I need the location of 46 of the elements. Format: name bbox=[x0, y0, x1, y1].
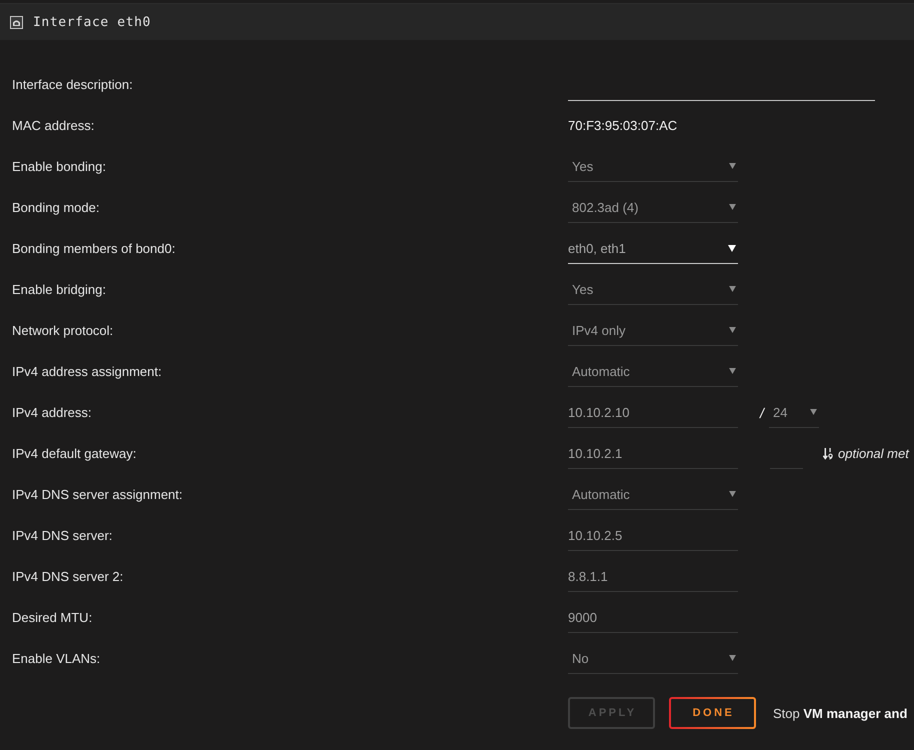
multi-select-dropdown[interactable]: eth0, eth1 bbox=[568, 234, 738, 264]
dropdown[interactable]: Automatic bbox=[568, 356, 738, 386]
field-label: IPv4 DNS server assignment: bbox=[12, 487, 183, 502]
caret-icon bbox=[729, 491, 736, 497]
field-label: Interface description: bbox=[12, 77, 133, 92]
field-label: IPv4 DNS server 2: bbox=[12, 569, 124, 584]
field-label: IPv4 DNS server: bbox=[12, 528, 112, 543]
field-label: MAC address: bbox=[12, 118, 94, 133]
input-field[interactable]: 8.8.1.1 bbox=[568, 562, 738, 592]
field-label: IPv4 address assignment: bbox=[12, 364, 162, 379]
field-label: IPv4 address: bbox=[12, 405, 92, 420]
dropdown[interactable]: Yes bbox=[568, 152, 738, 182]
field-label: Desired MTU: bbox=[12, 610, 92, 625]
dropdown[interactable]: Automatic bbox=[568, 480, 738, 510]
hint-text: optional met bbox=[838, 446, 909, 461]
field-value: 70:F3:95:03:07:AC bbox=[568, 118, 678, 133]
input-field[interactable]: 10.10.2.1 bbox=[568, 438, 738, 468]
field-label: Enable VLANs: bbox=[12, 651, 100, 666]
dropdown[interactable]: IPv4 only bbox=[568, 316, 738, 346]
dropdown[interactable]: 802.3ad (4) bbox=[568, 192, 738, 222]
action-button[interactable]: DONE bbox=[669, 697, 756, 729]
caret-icon bbox=[729, 204, 736, 210]
dropdown[interactable]: 24 bbox=[769, 398, 819, 428]
port-icon bbox=[10, 16, 23, 28]
input-field[interactable]: 10.10.2.10 bbox=[568, 398, 738, 428]
field-label: Bonding members of bond0: bbox=[12, 241, 176, 256]
field-label: Enable bonding: bbox=[12, 159, 106, 174]
field-label: Enable bridging: bbox=[12, 282, 106, 297]
caret-icon bbox=[729, 327, 736, 333]
note-text: Stop VM manager and bbox=[773, 706, 908, 720]
window-title: Interface eth0 bbox=[33, 14, 151, 30]
numeric-sort-icon bbox=[823, 447, 834, 460]
dropdown[interactable]: Yes bbox=[568, 274, 738, 304]
field-label: Bonding mode: bbox=[12, 200, 100, 215]
caret-icon bbox=[728, 244, 736, 252]
caret-icon bbox=[729, 368, 736, 374]
caret-icon bbox=[810, 409, 817, 415]
caret-icon bbox=[729, 163, 736, 169]
caret-icon bbox=[729, 286, 736, 292]
field-label: IPv4 default gateway: bbox=[12, 446, 136, 461]
separator-text: / bbox=[760, 404, 766, 420]
input-field[interactable]: 10.10.2.5 bbox=[568, 520, 738, 550]
dropdown[interactable]: No bbox=[568, 644, 738, 674]
field-label: Network protocol: bbox=[12, 323, 114, 338]
input-field[interactable]: 9000 bbox=[568, 602, 738, 632]
caret-icon bbox=[729, 655, 736, 661]
